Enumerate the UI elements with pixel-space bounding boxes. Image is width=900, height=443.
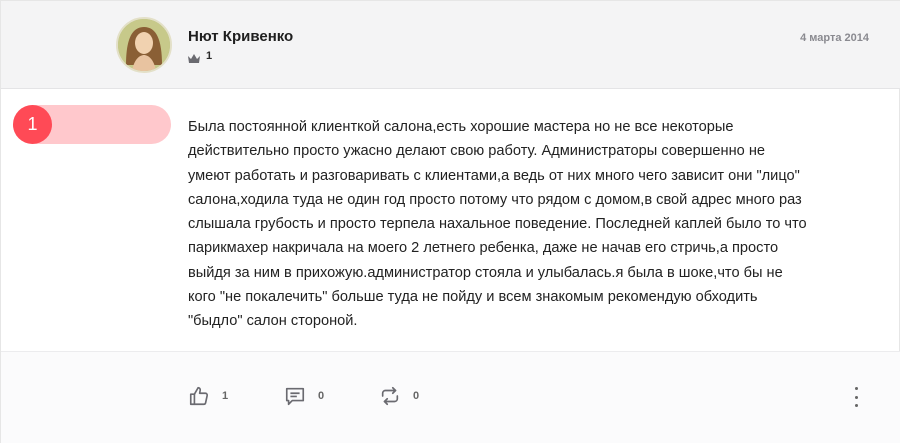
comment-button[interactable]: 0 bbox=[284, 385, 324, 407]
review-card: Нют Кривенко 1 4 марта 2014 1 Была посто… bbox=[0, 0, 900, 443]
avatar-image bbox=[118, 19, 170, 71]
thumbs-up-icon bbox=[188, 385, 210, 407]
rank-badge: 1 bbox=[13, 105, 52, 144]
author-rank: 1 bbox=[188, 50, 213, 63]
comment-icon bbox=[284, 385, 306, 407]
repost-icon bbox=[379, 385, 401, 407]
review-footer bbox=[1, 352, 900, 443]
comment-count: 0 bbox=[318, 390, 325, 402]
review-date: 4 марта 2014 bbox=[800, 32, 869, 44]
more-vertical-icon[interactable] bbox=[850, 387, 862, 407]
rank-value: 1 bbox=[206, 50, 213, 62]
like-button[interactable]: 1 bbox=[188, 385, 228, 407]
repost-count: 0 bbox=[413, 390, 420, 402]
like-count: 1 bbox=[222, 390, 229, 402]
avatar[interactable] bbox=[116, 17, 172, 73]
review-header: Нют Кривенко 1 4 марта 2014 bbox=[1, 1, 900, 89]
repost-button[interactable]: 0 bbox=[379, 385, 419, 407]
crown-icon bbox=[188, 51, 200, 63]
author-name[interactable]: Нют Кривенко bbox=[188, 28, 293, 45]
review-text: Была постоянной клиенткой салона,есть хо… bbox=[188, 119, 807, 330]
